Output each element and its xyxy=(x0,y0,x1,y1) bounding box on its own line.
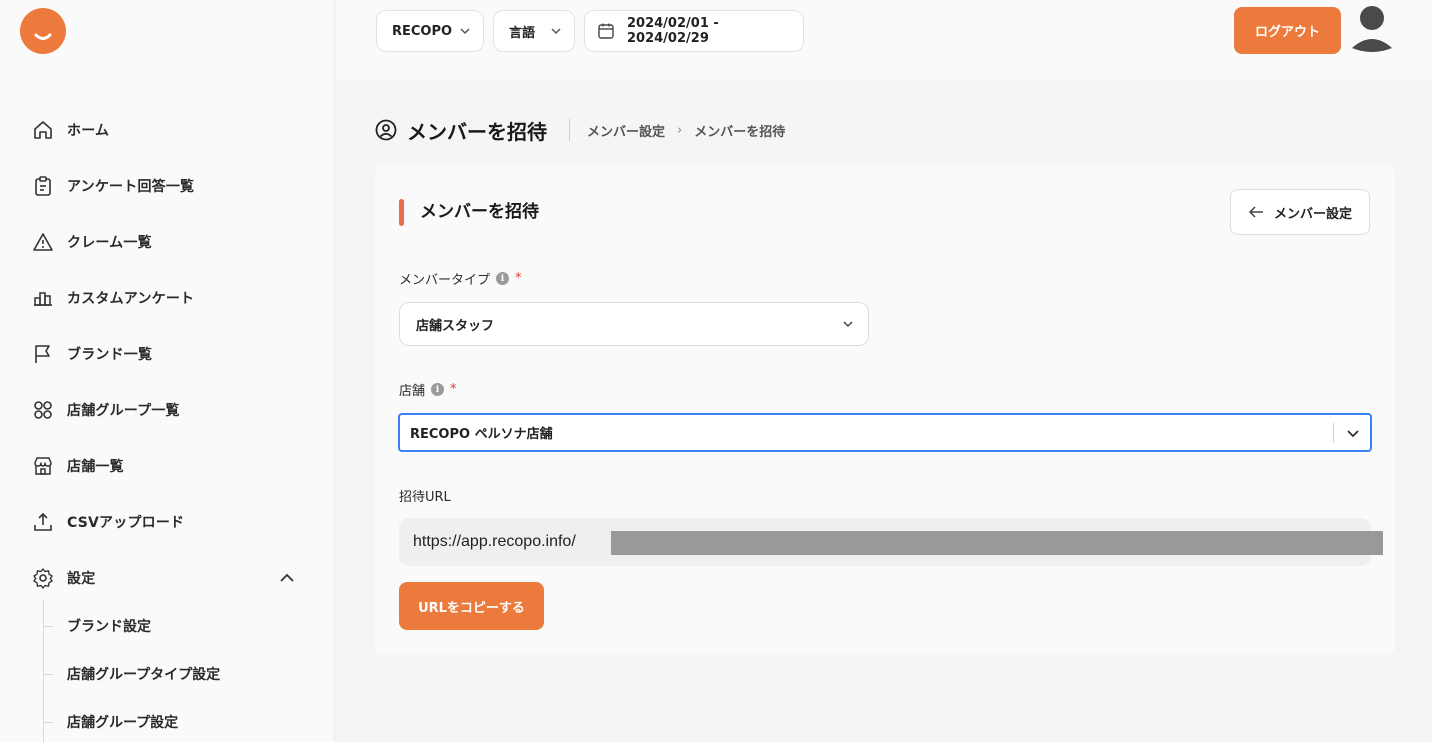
member-type-label: メンバータイプ i * xyxy=(399,269,522,288)
top-bar: RECOPO 言語 2024/02/01 - 2024/02/29 ログアウト xyxy=(336,0,1432,80)
member-type-select[interactable]: 店舗スタッフ xyxy=(399,302,869,346)
avatar[interactable] xyxy=(1350,4,1394,52)
brand-select[interactable]: RECOPO xyxy=(376,10,484,52)
grid-icon xyxy=(32,399,54,421)
invite-url-label-text: 招待URL xyxy=(399,490,451,505)
invite-url-value: https://app.recopo.info/ xyxy=(413,533,576,550)
store-select[interactable]: RECOPO ペルソナ店舗 xyxy=(398,413,1372,452)
submenu-tick xyxy=(43,721,53,723)
sidebar-item-settings[interactable]: 設定 xyxy=(32,564,95,592)
invite-member-card: メンバーを招待 メンバー設定 メンバータイプ i * 店舗スタッフ 店舗 i *… xyxy=(375,165,1395,655)
store-label: 店舗 i * xyxy=(399,380,457,399)
select-divider xyxy=(1333,423,1334,443)
header-divider xyxy=(569,119,570,141)
back-to-member-settings-button[interactable]: メンバー設定 xyxy=(1230,189,1370,235)
date-range-value: 2024/02/01 - 2024/02/29 xyxy=(627,16,719,46)
app-logo[interactable] xyxy=(20,8,66,54)
submenu-tick xyxy=(43,673,53,675)
sidebar-item-claims[interactable]: クレーム一覧 xyxy=(32,228,152,256)
redacted-url-token xyxy=(611,531,1383,555)
store-label-text: 店舗 xyxy=(399,384,426,399)
sidebar-item-label: アンケート回答一覧 xyxy=(67,179,195,195)
sidebar-item-label: 店舗一覧 xyxy=(67,459,124,475)
sidebar-item-survey-responses[interactable]: アンケート回答一覧 xyxy=(32,172,194,200)
date-range-picker[interactable]: 2024/02/01 - 2024/02/29 xyxy=(584,10,804,52)
sidebar-item-label: カスタムアンケート xyxy=(67,291,195,307)
card-title: メンバーを招待 xyxy=(420,202,539,222)
invite-url-label: 招待URL xyxy=(399,486,451,505)
sidebar: ホーム アンケート回答一覧 クレーム一覧 カスタムアンケート ブランド一覧 店舗… xyxy=(0,0,335,742)
sidebar-item-label: CSVアップロード xyxy=(67,515,185,531)
member-type-value: 店舗スタッフ xyxy=(416,318,495,334)
home-icon xyxy=(32,119,54,141)
flag-icon xyxy=(32,343,54,365)
arrow-left-icon xyxy=(1248,206,1263,218)
title-accent-bar xyxy=(399,199,404,226)
chevron-up-icon[interactable] xyxy=(277,568,297,588)
info-icon[interactable]: i xyxy=(431,383,445,396)
sidebar-subitem-store-group-type-settings[interactable]: 店舗グループタイプ設定 xyxy=(43,663,220,685)
warning-icon xyxy=(32,231,54,253)
sidebar-subitem-label: 店舗グループ設定 xyxy=(67,715,179,731)
sidebar-item-home[interactable]: ホーム xyxy=(32,116,109,144)
sidebar-item-label: ブランド一覧 xyxy=(67,347,153,363)
sidebar-item-stores[interactable]: 店舗一覧 xyxy=(32,452,124,480)
language-select-value: 言語 xyxy=(509,25,536,41)
clipboard-icon xyxy=(32,175,54,197)
sidebar-item-store-groups[interactable]: 店舗グループ一覧 xyxy=(32,396,180,424)
smile-logo-icon xyxy=(34,33,52,40)
gear-icon xyxy=(32,567,54,589)
brand-select-value: RECOPO xyxy=(392,23,453,39)
store-icon xyxy=(32,455,54,477)
invite-url-field: https://app.recopo.info/ xyxy=(399,518,1383,566)
chevron-down-icon[interactable] xyxy=(1346,426,1360,444)
sidebar-subitem-label: ブランド設定 xyxy=(67,619,151,635)
required-mark: * xyxy=(450,382,457,397)
sidebar-item-label: 店舗グループ一覧 xyxy=(67,403,180,419)
sidebar-subitem-store-group-settings[interactable]: 店舗グループ設定 xyxy=(43,711,178,733)
breadcrumb-separator-icon: › xyxy=(677,122,683,138)
store-select-value: RECOPO ペルソナ店舗 xyxy=(410,427,553,442)
sidebar-item-custom-survey[interactable]: カスタムアンケート xyxy=(32,284,194,312)
sidebar-item-brands[interactable]: ブランド一覧 xyxy=(32,340,152,368)
chart-icon xyxy=(32,287,54,309)
breadcrumb-member-settings[interactable]: メンバー設定 xyxy=(587,121,665,140)
sidebar-item-csv-upload[interactable]: CSVアップロード xyxy=(32,508,184,536)
language-select[interactable]: 言語 xyxy=(493,10,575,52)
chevron-down-icon xyxy=(550,25,562,41)
info-icon[interactable]: i xyxy=(496,272,510,285)
copy-url-button[interactable]: URLをコピーする xyxy=(399,582,544,630)
sidebar-item-label: 設定 xyxy=(67,571,96,587)
member-type-label-text: メンバータイプ xyxy=(399,273,491,288)
chevron-down-icon xyxy=(842,318,854,334)
chevron-down-icon xyxy=(459,25,471,41)
calendar-icon xyxy=(597,22,615,40)
breadcrumb-current: メンバーを招待 xyxy=(694,124,786,140)
upload-icon xyxy=(32,511,54,533)
sidebar-subitem-brand-settings[interactable]: ブランド設定 xyxy=(43,615,151,637)
sidebar-subitem-label: 店舗グループタイプ設定 xyxy=(67,667,221,683)
submenu-tick xyxy=(43,625,53,627)
logout-button[interactable]: ログアウト xyxy=(1234,7,1341,54)
sidebar-item-label: クレーム一覧 xyxy=(67,235,152,251)
page-header: メンバーを招待 メンバー設定 › メンバーを招待 xyxy=(375,114,785,146)
back-button-label: メンバー設定 xyxy=(1273,206,1352,222)
page-title: メンバーを招待 xyxy=(407,119,547,144)
required-mark: * xyxy=(515,271,522,286)
sidebar-item-label: ホーム xyxy=(67,123,110,139)
user-circle-icon xyxy=(375,119,397,141)
